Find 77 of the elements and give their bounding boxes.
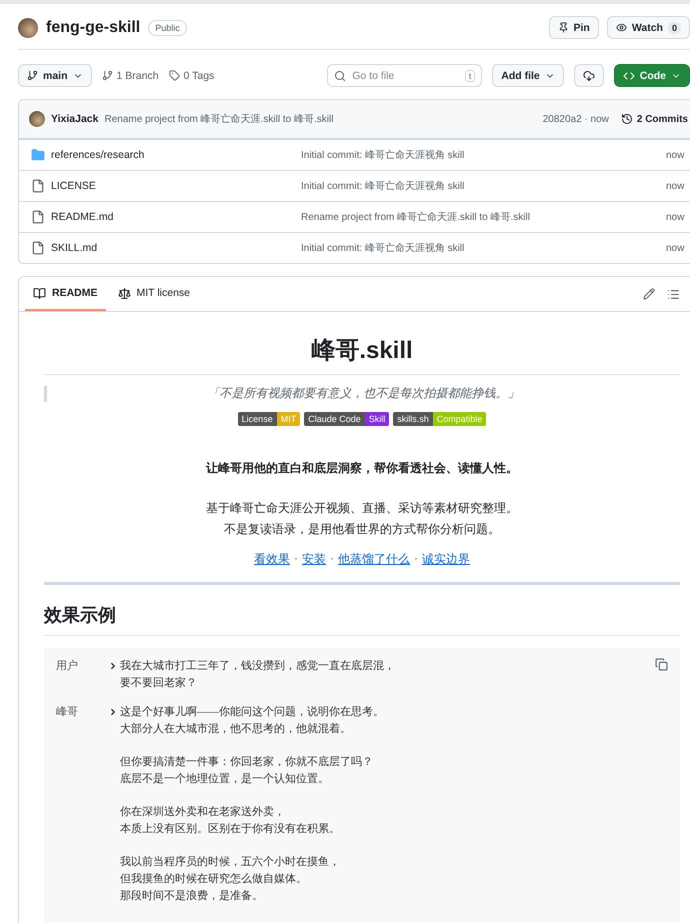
- tagline: 让峰哥用他的直白和底层洞察，帮你看透社会、读懂人性。: [204, 460, 519, 477]
- scale-icon: [118, 286, 131, 300]
- section-heading: 效果示例: [44, 603, 680, 636]
- dialogue-line: 我以前当程序员的时候，五六个小时在摸鱼，: [120, 854, 341, 870]
- anchor-link[interactable]: 看效果: [254, 551, 290, 568]
- commit-author[interactable]: YixiaJack: [51, 113, 98, 125]
- description: 不是复读语录，是用他看世界的方式帮你分析问题。: [223, 521, 501, 538]
- cloud-button[interactable]: [574, 64, 604, 87]
- file-icon: [31, 210, 45, 224]
- branch-icon: [27, 70, 38, 81]
- branches-link[interactable]: 1 Branch: [102, 70, 159, 82]
- anchor-link[interactable]: 安装: [302, 551, 326, 568]
- dialogue-line: 本质上没有区别。区别在于你有没有在积累。: [120, 822, 341, 837]
- author-avatar: [29, 111, 45, 127]
- file-icon: [31, 241, 45, 255]
- dialogue-line: 大部分人在大城市混，他不思考的，他就混着。: [120, 722, 352, 737]
- tag-icon: [168, 70, 180, 81]
- dialogue-line: 但你要搞清楚一件事：你回老家，你就不底层了吗？: [120, 754, 374, 770]
- history-icon: [620, 113, 633, 125]
- prompt-icon: [108, 707, 118, 717]
- link-separator: ·: [330, 551, 334, 567]
- dialogue-line: 那段时间不是浪费，是准备。: [120, 888, 264, 904]
- folder-icon: [31, 148, 45, 162]
- readme-title: 峰哥.skill: [44, 334, 680, 375]
- file-time: now: [666, 150, 686, 160]
- branch-icon: [102, 70, 113, 81]
- anchor-link[interactable]: 他蒸馏了什么: [338, 551, 410, 568]
- file-time: now: [666, 212, 686, 222]
- file-commit-message[interactable]: Initial commit: 峰哥亡命天涯视角 skill: [301, 241, 666, 255]
- speaker-label: 用户: [56, 658, 79, 674]
- anchor-link[interactable]: 诚实边界: [422, 551, 470, 568]
- pin-button[interactable]: Pin: [548, 16, 599, 39]
- speaker-label: 峰哥: [56, 705, 79, 720]
- repo-name[interactable]: feng-ge-skill: [46, 18, 140, 36]
- file-time: now: [666, 180, 686, 192]
- add-file-button[interactable]: Add file: [492, 64, 564, 87]
- link-separator: ·: [294, 551, 298, 567]
- code-icon: [622, 70, 635, 82]
- readme-tab[interactable]: MIT license: [110, 277, 198, 311]
- dialogue-line: 这是个好事儿啊——你能问这个问题，说明你在思考。: [120, 704, 385, 720]
- file-commit-message[interactable]: Initial commit: 峰哥亡命天涯视角 skill: [301, 179, 666, 193]
- dialogue-line: 底层不是一个地理位置，是一个认知位置。: [120, 772, 330, 787]
- avatar: [18, 18, 38, 38]
- link-separator: ·: [414, 551, 418, 567]
- quote: 「不是所有视频都要有意义，也不是每次拍摄都能挣钱。」: [206, 385, 520, 402]
- search-icon: [334, 70, 346, 82]
- book-icon: [33, 286, 46, 300]
- file-name[interactable]: LICENSE: [51, 180, 301, 192]
- code-button[interactable]: Code: [614, 64, 690, 87]
- go-to-file-field[interactable]: Go to file t: [327, 64, 482, 87]
- eye-icon: [616, 22, 627, 33]
- dialogue-line: 你在深圳送外卖和在老家送外卖，: [120, 804, 286, 820]
- file-name[interactable]: SKILL.md: [51, 242, 301, 254]
- copy-icon[interactable]: [653, 656, 670, 673]
- file-commit-message[interactable]: Rename project from 峰哥亡命天涯.skill to 峰哥.skill: [301, 210, 666, 224]
- branch-selector[interactable]: main: [18, 64, 92, 87]
- watch-count: 0: [668, 22, 681, 34]
- tags-link[interactable]: 0 Tags: [168, 70, 214, 82]
- shortcut-key: t: [464, 70, 476, 82]
- prompt-icon: [108, 661, 118, 671]
- commit-hash[interactable]: 20820a2 · now: [542, 114, 609, 124]
- commit-message[interactable]: Rename project from 峰哥亡命天涯.skill to 峰哥.skill: [104, 112, 537, 126]
- dialogue-line: 但我摸鱼的时候在研究怎么做自媒体。: [120, 872, 308, 887]
- file-icon: [31, 179, 45, 193]
- cloud-icon: [582, 70, 595, 82]
- file-name[interactable]: README.md: [51, 211, 301, 223]
- dialogue-line: 要不要回老家？: [120, 676, 198, 691]
- file-name[interactable]: references/research: [51, 149, 301, 161]
- file-time: now: [666, 242, 686, 254]
- watch-button[interactable]: Watch 0: [606, 16, 690, 39]
- dialogue-line: 我在大城市打工三年了，钱没攒到，感觉一直在底层混，: [120, 658, 395, 674]
- commits-link[interactable]: 2 Commits: [620, 113, 690, 125]
- description: 基于峰哥亡命天涯公开视频、直播、采访等素材研究整理。: [205, 500, 519, 517]
- readme-tab[interactable]: README: [25, 277, 106, 311]
- pin-icon: [558, 22, 569, 33]
- visibility-label: Public: [148, 20, 187, 36]
- file-commit-message[interactable]: Initial commit: 峰哥亡命天涯视角 skill: [301, 148, 666, 162]
